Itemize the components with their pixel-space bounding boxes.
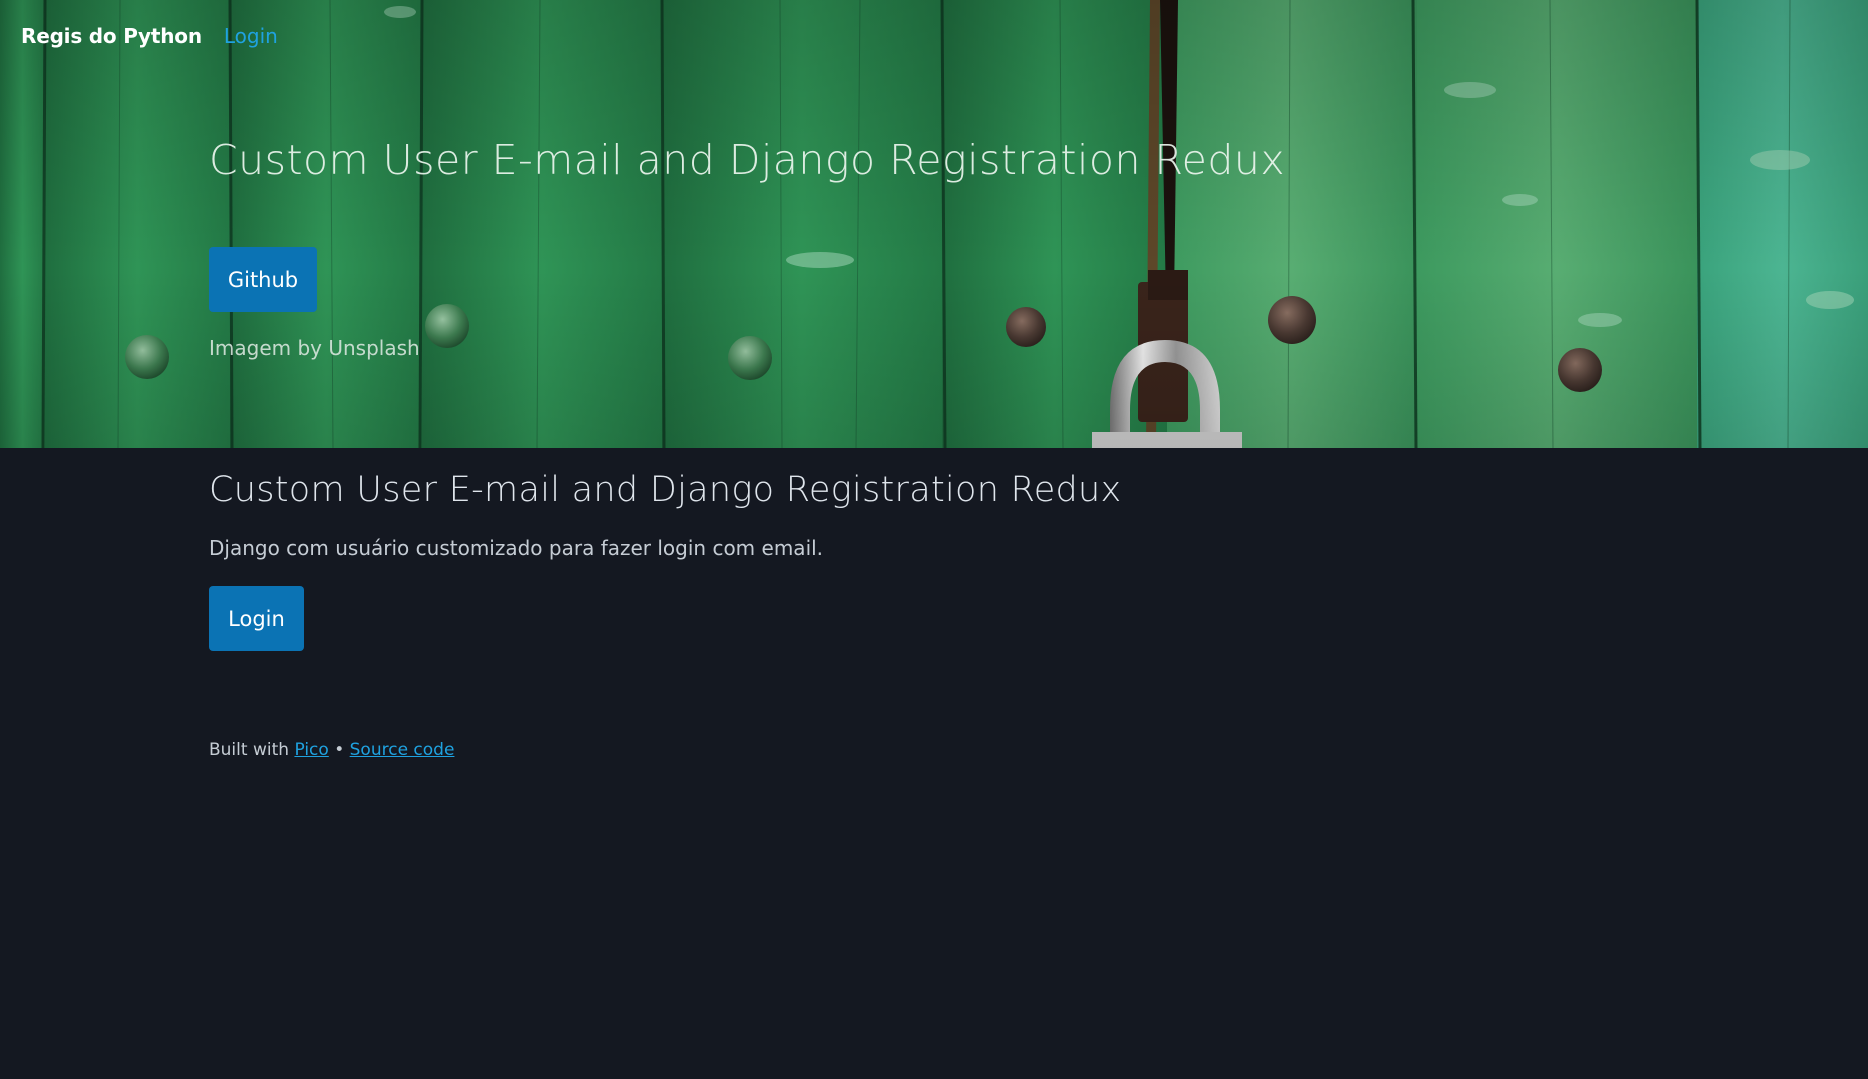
footer: Built with Pico • Source code [209,740,454,760]
nav-login-link[interactable]: Login [224,24,278,48]
page-title: Custom User E-mail and Django Registrati… [209,470,1122,510]
pico-link[interactable]: Pico [294,740,328,760]
top-navbar: Regis do Python Login [0,0,1868,72]
hero-title: Custom User E-mail and Django Registrati… [209,136,1286,184]
site-brand[interactable]: Regis do Python [21,24,202,48]
image-credit: Imagem by Unsplash [209,336,420,360]
github-button[interactable]: Github [209,247,317,312]
footer-separator: • [328,740,350,760]
login-button[interactable]: Login [209,586,304,651]
footer-built-with-text: Built with [209,740,295,760]
source-code-link[interactable]: Source code [350,740,455,760]
page-description: Django com usuário customizado para faze… [209,536,824,560]
